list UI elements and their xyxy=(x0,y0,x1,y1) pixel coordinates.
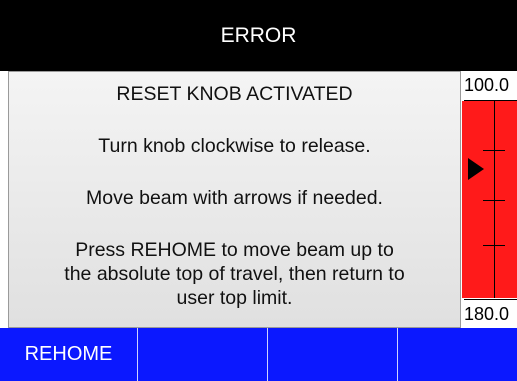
message-line-turn-knob: Turn knob clockwise to release. xyxy=(98,135,371,157)
message-line-rehome-2: the absolute top of travel, then return … xyxy=(64,263,405,285)
message-panel: RESET KNOB ACTIVATED Turn knob clockwise… xyxy=(8,71,461,328)
triangle-right-icon xyxy=(468,158,484,180)
message-line-rehome-1: Press REHOME to move beam up to xyxy=(75,239,394,261)
page-title: ERROR xyxy=(220,23,297,47)
gauge-top-value: 100.0 xyxy=(464,71,517,101)
softkey-2-button[interactable] xyxy=(138,328,268,381)
position-gauge: 100.0 180.0 xyxy=(462,71,517,329)
softkey-3-button[interactable] xyxy=(268,328,398,381)
gauge-bottom-value: 180.0 xyxy=(464,299,517,329)
gauge-tick xyxy=(483,200,505,201)
gauge-tick xyxy=(483,150,505,151)
message-line-rehome-3: user top limit. xyxy=(176,287,293,309)
message-line-move-beam: Move beam with arrows if needed. xyxy=(86,187,383,209)
softkey-bar: REHOME xyxy=(0,328,517,381)
title-bar: ERROR xyxy=(0,0,517,71)
gauge-tick xyxy=(483,245,505,246)
rehome-button[interactable]: REHOME xyxy=(0,328,138,381)
softkey-4-button[interactable] xyxy=(398,328,517,381)
message-heading: RESET KNOB ACTIVATED xyxy=(116,83,353,105)
